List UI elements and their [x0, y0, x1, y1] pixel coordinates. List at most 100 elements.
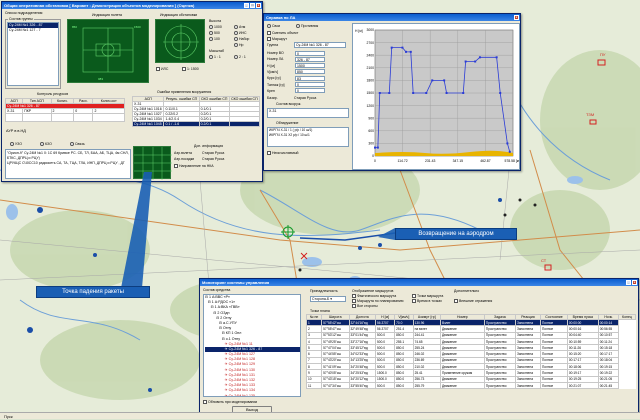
altitude-point — [388, 92, 391, 94]
table-row[interactable]: 11 57°47'34"сш 33°55'40"вд 500.0 850.0 255.79… — [305, 381, 636, 390]
field-value: 850 — [295, 69, 325, 75]
own-radio[interactable]: Свои — [267, 24, 280, 29]
points-checkbox[interactable]: Точки маршрута — [412, 294, 443, 299]
field-value: 83 — [295, 75, 325, 81]
reference-window: Справка по ЛА x Свои Противник Сменить о… — [263, 13, 522, 171]
monitor-title: Мониторинг системы управления — [202, 280, 270, 285]
reference-field-row: V[км/ч] 850 — [267, 69, 349, 75]
base-label: Базир. — [267, 96, 278, 100]
uncountable-checkbox[interactable]: Неисчисляемый — [267, 151, 298, 156]
altitude-point — [378, 92, 381, 94]
field-label: Тангаж [гр] — [267, 82, 285, 87]
start-button[interactable]: Пуск — [4, 414, 13, 419]
monitor-titlebar[interactable]: Мониторинг системы управления _ x — [200, 279, 638, 286]
y-axis-label: Н [м] — [355, 29, 363, 33]
time-checkbox[interactable]: Время в точках — [412, 299, 442, 304]
main-window-title: Общая оперативная обстановка [ Вариант :… — [4, 3, 195, 8]
altitude-point — [412, 92, 415, 94]
follow-checkbox[interactable]: Сменить объект — [267, 31, 298, 36]
alt-label: Высота — [209, 19, 222, 23]
all-sides-checkbox[interactable]: Все стороны — [352, 304, 378, 309]
group-label: Группа — [267, 43, 279, 47]
tree-item[interactable]: ✈ Су-24М №1 135 — [205, 394, 300, 396]
table-cell: 57°47'34"сш — [321, 381, 350, 390]
situation-indicator-graphic — [163, 24, 199, 60]
taskbar: Пуск — [0, 412, 640, 419]
enemy-radio[interactable]: Противник — [296, 24, 318, 29]
errors-table: АСП Резуль. ошибки СП СКО ошибки СП СКО оши… — [131, 96, 261, 127]
scale-option[interactable]: 2 : 1 — [234, 55, 246, 60]
unit-tree[interactable]: ⊟ 1 А:ВВС «Р» ⊟ 1 А:РДОС «1» ⊟ 1 А:ВКА «ГВ… — [203, 294, 301, 397]
alt-option[interactable]: 100 — [209, 37, 220, 42]
y-tick-label: 2400 — [366, 53, 374, 57]
kzo-radio[interactable]: КЗО — [40, 142, 52, 147]
control-title: Контроль ресурсов — [37, 92, 69, 96]
situation-indicator — [155, 19, 205, 63]
field-label: Курс [гр] — [267, 76, 281, 81]
table-cell: 850.0 — [394, 381, 414, 390]
equip-list[interactable]: Х-31 — [267, 108, 349, 118]
field-value: 326 - 87 — [295, 56, 325, 62]
errors-title: Ошибки применения вооружения — [157, 90, 212, 94]
main-window-titlebar[interactable]: Общая оперативная обстановка [ Вариант :… — [2, 2, 262, 9]
update-checkbox[interactable]: Обновить при моделировании — [203, 400, 257, 405]
table-cell: 255.79 — [412, 381, 441, 390]
reference-field-row: Тангаж [гр] 0 — [267, 82, 349, 88]
mode-option[interactable]: Атм — [234, 25, 245, 30]
close-button[interactable]: x — [632, 280, 637, 285]
mode-option[interactable]: Набор — [234, 37, 249, 42]
group-select[interactable]: Су-24М №1 326 - 87 — [294, 42, 346, 48]
reference-field-row: Номер ЛА 326 - 87 — [267, 56, 349, 62]
mode-option[interactable]: ИНС — [234, 31, 247, 36]
table-cell: 00:21:45 — [597, 381, 619, 390]
route-plan-checkbox[interactable]: Маршрута по планированию — [352, 299, 404, 304]
svyaz-radio[interactable]: Связь — [70, 142, 85, 147]
x-tick-label: 462.87 — [480, 159, 490, 163]
alt-option[interactable]: 500 — [209, 31, 220, 36]
field-label: Номер ВО — [267, 51, 284, 55]
maximize-button[interactable]: □ — [250, 3, 255, 8]
x-tick-label: 578.58 [км] — [504, 159, 519, 163]
close-button[interactable]: x — [256, 3, 261, 8]
y-tick-label: 1800 — [366, 79, 374, 83]
minimize-button[interactable]: _ — [626, 280, 631, 285]
uzo-radio[interactable]: УЗО — [10, 142, 22, 147]
target-text2: ЦРУ6ЦС СЧ0СС10 радиосеть СА, ТА, ТЦА, ТЛ… — [7, 161, 125, 165]
reference-titlebar[interactable]: Справка по ЛА x — [264, 14, 520, 21]
obstanovka-list[interactable]: ИКРПЧ Х-31 / 1 ( р/р / 10 ш/1) ИКРПЧ Х-3… — [267, 127, 349, 147]
group-item[interactable]: Су-24М №1 127 - 7 — [8, 28, 58, 33]
mini-map-indicator — [133, 146, 172, 180]
altitude-point — [409, 50, 412, 53]
groups-list[interactable]: Су-24М №1 326 - 87 Су-24М №1 127 - 7 — [7, 22, 59, 86]
main-window: Общая оперативная обстановка [ Вариант :… — [1, 1, 263, 182]
toolbar-label: Список подразделения — [5, 11, 43, 15]
altitude-point — [390, 46, 393, 49]
prinadl-select[interactable]: Сторона-Б ▾ — [310, 296, 346, 302]
altitude-point — [499, 92, 502, 94]
return-callout: Возвращение на аэродром — [395, 228, 517, 240]
y-tick-label: 300 — [368, 142, 374, 146]
route-checkbox[interactable]: Маршрут — [267, 37, 287, 42]
map-marker-label: СТ — [541, 258, 547, 263]
map-marker-label: ТЗМ — [586, 112, 595, 117]
ils-checkbox[interactable]: ИЛС — [156, 67, 168, 72]
alt-option[interactable]: 1000 — [209, 25, 222, 30]
mode-option[interactable]: Нр — [234, 43, 243, 48]
svg-text:083: 083 — [98, 77, 103, 81]
table-cell: 11 — [305, 381, 323, 390]
altitude-chart: 300027002400210018001500120090060030000 1… — [355, 28, 522, 163]
col-header[interactable]: Конец — [617, 314, 637, 320]
minimize-button[interactable]: _ — [244, 3, 249, 8]
table-row[interactable]: Су-24М №1 1045 0.1 / -1.6 0.2/0.1 — [131, 121, 261, 127]
table-cell: 500.0 — [375, 381, 396, 390]
direction-checkbox[interactable]: Направление на НКА — [174, 164, 214, 169]
external-checkbox[interactable]: Внешние отражения — [454, 299, 492, 304]
route-fact-checkbox[interactable]: Фактического маршрута — [352, 294, 396, 299]
altitude-point — [464, 60, 467, 63]
scale-ratio-checkbox[interactable]: 1: 1500 — [182, 67, 199, 72]
svg-text:1500: 1500 — [134, 25, 141, 29]
reference-field-row: Курс [гр] 83 — [267, 75, 349, 81]
close-button[interactable]: x — [514, 15, 519, 20]
tree-title: Состав средства — [203, 288, 231, 292]
scale-option[interactable]: 1 : 1 — [209, 55, 221, 60]
